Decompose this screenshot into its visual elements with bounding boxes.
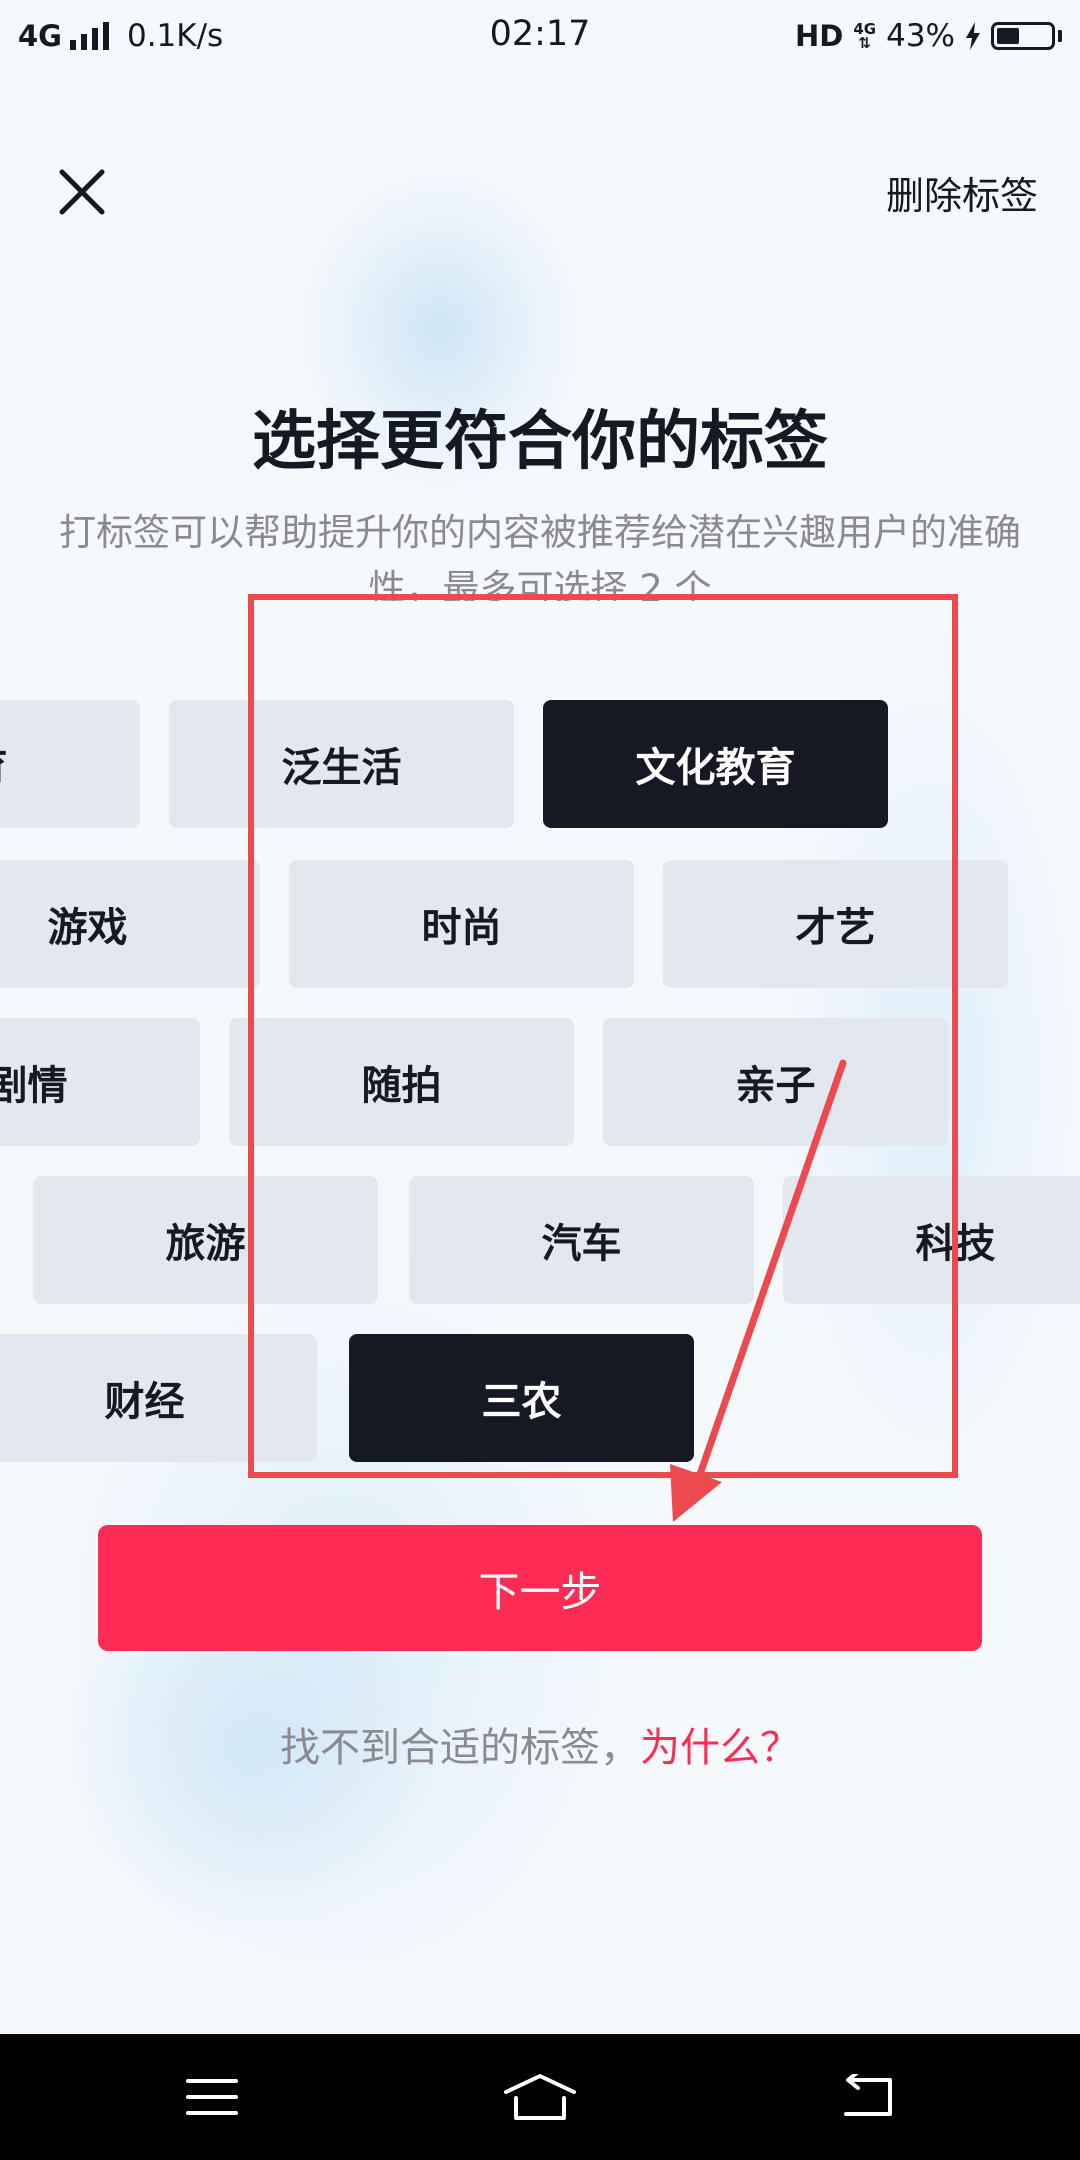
tag-label: 亲子: [735, 1063, 816, 1109]
tag-label: 汽车: [541, 1221, 622, 1267]
battery-body: [991, 22, 1055, 50]
charging-icon: [966, 22, 980, 50]
system-nav-bar: [0, 2034, 1080, 2160]
tag-label: 游戏: [47, 905, 128, 951]
status-right: HD 4G ⇅ 43%: [795, 18, 1062, 54]
home-icon: [504, 2074, 576, 2120]
tag-item[interactable]: 汽车: [409, 1176, 754, 1304]
tag-label: 才艺: [795, 905, 876, 951]
tag-item[interactable]: 剧情: [0, 1018, 200, 1146]
tag-item[interactable]: 亲子: [603, 1018, 948, 1146]
tag-item[interactable]: 随拍: [229, 1018, 574, 1146]
delete-tags-button[interactable]: 删除标签: [886, 165, 1038, 220]
tag-item[interactable]: 科技: [783, 1176, 1080, 1304]
page-title: 选择更符合你的标签: [252, 405, 828, 479]
tag-label: 旅游: [165, 1221, 246, 1267]
tag-label: 三农: [481, 1379, 562, 1425]
battery-tip: [1058, 30, 1062, 42]
hd-indicator: HD: [795, 19, 844, 53]
help-line: 找不到合适的标签，为什么？: [0, 1715, 1080, 1773]
tag-item[interactable]: 财经: [0, 1334, 317, 1462]
home-button[interactable]: [500, 2062, 580, 2132]
battery-fill: [997, 28, 1020, 44]
help-text: 找不到合适的标签，: [280, 1725, 640, 1771]
tag-label: 体育: [0, 735, 8, 793]
battery-icon: [991, 22, 1062, 50]
close-button[interactable]: [52, 162, 112, 222]
data-arrows-icon: ⇅: [858, 34, 871, 52]
tag-item[interactable]: 才艺: [663, 860, 1008, 988]
tag-grid: 体育 泛生活 文化教育 游戏 时尚 才艺 剧情 随拍 亲子 旅游 汽车 科技 财…: [0, 700, 1080, 1470]
tag-item[interactable]: 游戏: [0, 860, 260, 988]
back-button[interactable]: [828, 2062, 908, 2132]
back-icon: [844, 2074, 892, 2116]
tag-item[interactable]: 三农: [349, 1334, 694, 1462]
menu-button[interactable]: [172, 2062, 252, 2132]
tag-label: 随拍: [361, 1063, 442, 1109]
tag-item[interactable]: 旅游: [33, 1176, 378, 1304]
tag-item[interactable]: 时尚: [289, 860, 634, 988]
close-icon: [59, 169, 105, 215]
tag-label: 财经: [104, 1379, 185, 1425]
mobile-data-icon: 4G ⇅: [853, 22, 876, 52]
menu-icon: [186, 2079, 238, 2115]
tag-label: 文化教育: [635, 745, 796, 791]
tag-item[interactable]: 泛生活: [169, 700, 514, 828]
why-link[interactable]: 为什么？: [640, 1725, 800, 1771]
status-bar: 4G 0.1K/s 02:17 HD 4G ⇅ 43%: [0, 0, 1080, 76]
battery-percent: 43%: [886, 18, 955, 54]
tag-item[interactable]: 体育: [0, 700, 140, 828]
tag-label: 科技: [915, 1221, 996, 1267]
next-step-button[interactable]: 下一步: [98, 1525, 982, 1651]
tag-label: 剧情: [0, 1063, 68, 1109]
tag-item[interactable]: 文化教育: [543, 700, 888, 828]
page-subtitle: 打标签可以帮助提升你的内容被推荐给潜在兴趣用户的准确性，最多可选择 2 个: [59, 511, 1021, 601]
tag-label: 时尚: [421, 905, 502, 951]
tag-label: 泛生活: [281, 745, 402, 791]
